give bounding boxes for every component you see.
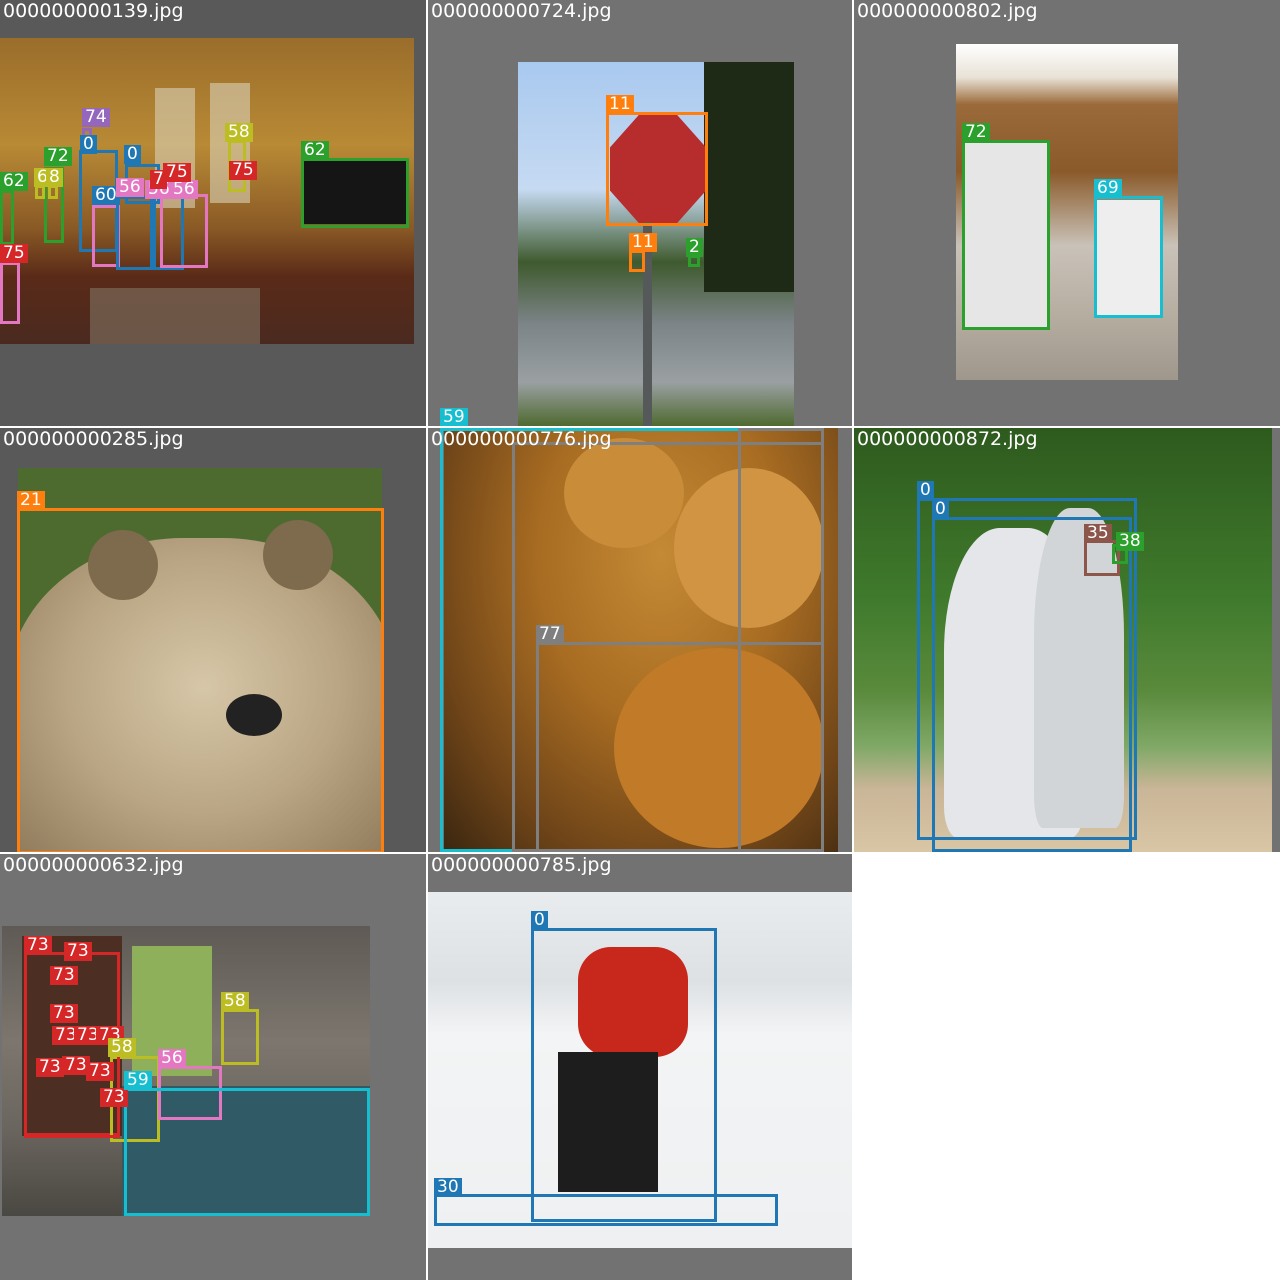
- detection-box-potted-plant: [35, 185, 45, 199]
- detection-label: 2: [686, 238, 703, 257]
- mosaic-tile: 000000000802.jpg 72 69: [854, 0, 1280, 426]
- detection-label: 62: [301, 141, 329, 160]
- detection-label: 69: [1094, 179, 1122, 198]
- detection-label: 72: [44, 147, 72, 166]
- detection-label: 56: [158, 1049, 186, 1068]
- detection-label: 0: [124, 145, 141, 164]
- detection-box-chair: [160, 194, 208, 268]
- detection-box-oven: [1094, 196, 1163, 318]
- detection-label: 56: [170, 180, 198, 199]
- detection-box-tv: [0, 190, 14, 245]
- detection-label: 72: [962, 123, 990, 142]
- detection-box-stop-sign: [629, 250, 645, 272]
- detection-label: 58: [221, 992, 249, 1011]
- tile-filename: 000000000285.jpg: [3, 428, 184, 450]
- detection-box-potted-plant: [48, 185, 58, 199]
- detection-label: 0: [917, 481, 934, 500]
- tile-filename: 000000000802.jpg: [857, 0, 1038, 22]
- detection-box-person: [531, 928, 717, 1222]
- floor-rug: [90, 288, 260, 344]
- tile-filename: 000000000724.jpg: [431, 0, 612, 22]
- detection-label: 59: [124, 1071, 152, 1090]
- mosaic-tile: 000000000776.jpg 77: [428, 428, 852, 852]
- detection-label: 73: [50, 966, 78, 985]
- detection-box-tv: [301, 158, 409, 228]
- detection-box-bed: [124, 1088, 370, 1216]
- detection-label: 30: [434, 1178, 462, 1197]
- tile-filename: 000000000785.jpg: [431, 854, 612, 876]
- detection-label: 73: [86, 1062, 114, 1081]
- detection-label: 73: [50, 1004, 78, 1023]
- tree-foliage: [704, 62, 794, 292]
- detection-label: 11: [629, 233, 657, 252]
- detection-box-refrigerator: [962, 140, 1050, 330]
- detection-box-skis: [434, 1194, 778, 1226]
- mosaic-tile: 000000000872.jpg 0 0 35 38: [854, 428, 1280, 852]
- detection-label: 77: [536, 625, 564, 644]
- detection-box-teddy-bear: [536, 642, 824, 852]
- detection-label: 74: [82, 108, 110, 127]
- mosaic-tile: 000000000724.jpg 11 11 2 59: [428, 0, 852, 426]
- detection-box-potted-plant: [221, 1009, 259, 1065]
- detection-label: 73: [64, 942, 92, 961]
- detection-label: 59: [440, 408, 468, 426]
- detection-label: 0: [80, 135, 97, 154]
- detection-label: 75: [163, 163, 191, 182]
- tile-filename: 000000000139.jpg: [3, 0, 184, 22]
- detection-label: 58: [225, 123, 253, 142]
- detection-label: 11: [606, 95, 634, 114]
- detection-label: 35: [1084, 524, 1112, 543]
- detection-label: 21: [17, 491, 45, 510]
- tile-filename: 000000000776.jpg: [431, 428, 612, 450]
- mosaic-tile: 000000000285.jpg 21: [0, 428, 426, 852]
- detection-label: 75: [0, 244, 28, 263]
- detection-box-stop-sign: [606, 112, 708, 226]
- detection-label: 0: [531, 911, 548, 930]
- mosaic-tile: 000000000785.jpg 0 30: [428, 854, 852, 1280]
- detection-label: 8: [46, 168, 63, 187]
- tile-filename: 000000000632.jpg: [3, 854, 184, 876]
- mosaic-tile: 000000000139.jpg 74 0 0 72 62 6 8 60 56 …: [0, 0, 426, 426]
- detection-label: 56: [116, 178, 144, 197]
- detection-label: 58: [108, 1038, 136, 1057]
- detection-box-vase: [0, 262, 20, 324]
- detection-box-bear: [17, 508, 384, 852]
- mosaic-tile: 000000000632.jpg 73 73 73 73 73 73 73 73…: [0, 854, 426, 1280]
- detection-label: 75: [229, 161, 257, 180]
- detection-label: 38: [1116, 532, 1144, 551]
- tile-filename: 000000000872.jpg: [857, 428, 1038, 450]
- detection-label: 0: [932, 500, 949, 519]
- detection-label: 62: [0, 172, 28, 191]
- detection-label: 73: [24, 936, 52, 955]
- detection-label: 73: [36, 1058, 64, 1077]
- detection-label: 73: [100, 1088, 128, 1107]
